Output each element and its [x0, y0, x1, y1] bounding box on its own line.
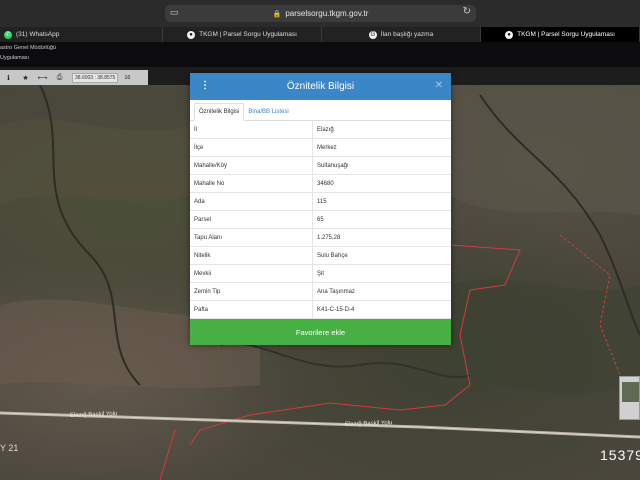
attribute-key: Mevkii [190, 264, 313, 283]
attribute-value: 115 [312, 192, 451, 211]
star-icon[interactable]: ★ [17, 74, 34, 82]
attribute-key: Parsel [190, 210, 313, 229]
zoom-level: 16 [124, 74, 131, 81]
url-text: parselsorgu.tkgm.gov.tr [285, 9, 369, 18]
google-icon: G [368, 30, 377, 39]
org-name: astro Genel Müdürlüğü [0, 45, 56, 51]
attribute-value: Sulu Bahçe [312, 246, 451, 265]
corner-label: Y 21 [0, 443, 19, 453]
map-toolbar: ℹ ★ ⟷ ⎙ 38.6003 : 38.8575 16 [0, 70, 148, 85]
attribute-info-dialog: ⋮ Öznitelik Bilgisi ✕ Öznitelik Bilgisi … [190, 73, 451, 345]
attribute-table: İl Elazığ İlçe Merkez Mahalle/Köy Sultanuşağı… [190, 121, 451, 319]
menu-dots-icon[interactable]: ⋮ [200, 80, 210, 91]
attribute-value: Şit [312, 264, 451, 283]
basemap-thumbnail[interactable] [619, 376, 640, 420]
table-row: Ada 115 [190, 192, 451, 211]
attribute-value: Elazığ [312, 121, 451, 139]
attribute-value: Sultanuşağı [312, 156, 451, 175]
coordinate-readout: 38.6003 : 38.8575 [72, 72, 119, 83]
table-row: Zemin Tip Ana Taşınmaz [190, 282, 451, 301]
app-header [0, 42, 640, 67]
attribute-value: K41-C-15-D-4 [312, 300, 451, 319]
close-icon[interactable]: ✕ [435, 80, 443, 91]
tab-tkgm-1[interactable]: ● TKGM | Parsel Sorgu Uygulaması [163, 27, 322, 42]
attribute-key: Mahalle/Köy [190, 156, 313, 175]
table-row: Nitelik Sulu Bahçe [190, 246, 451, 265]
add-favorite-button[interactable]: Favorilere ekle [190, 319, 451, 345]
measure-icon[interactable]: ⟷ [34, 74, 51, 82]
table-row: Mevkii Şit [190, 264, 451, 283]
tab-tkgm-active[interactable]: ● TKGM | Parsel Sorgu Uygulaması [481, 27, 640, 42]
address-bar[interactable]: ▭ 🔒 parselsorgu.tkgm.gov.tr ↻ [165, 5, 476, 22]
basemap-thumbnail-image [622, 382, 639, 402]
tab-strip: ✆ (31) WhatsApp ● TKGM | Parsel Sorgu Uy… [0, 27, 640, 42]
dialog-tabs: Öznitelik Bilgisi Bina/BB Listesi [190, 100, 451, 121]
reader-icon[interactable]: ▭ [170, 7, 179, 18]
attribute-key: Nitelik [190, 246, 313, 265]
tab-whatsapp[interactable]: ✆ (31) WhatsApp [0, 27, 163, 42]
attribute-key: İlçe [190, 138, 313, 157]
map-pin-icon: ● [505, 30, 514, 39]
attribute-value: 65 [312, 210, 451, 229]
attribute-value: 34680 [312, 174, 451, 193]
tab-ilan[interactable]: G İlan başlığı yazma [322, 27, 481, 42]
attribute-key: Mahalle No [190, 174, 313, 193]
dialog-header: ⋮ Öznitelik Bilgisi ✕ [190, 73, 451, 100]
attribute-key: Ada [190, 192, 313, 211]
table-row: Parsel 65 [190, 210, 451, 229]
scale-readout: 15379 [600, 447, 640, 463]
attribute-key: İl [190, 121, 313, 139]
dialog-title: Öznitelik Bilgisi [286, 81, 355, 92]
app-name: Uygulaması [0, 55, 30, 61]
reload-icon[interactable]: ↻ [463, 6, 471, 17]
attribute-value: Ana Taşınmaz [312, 282, 451, 301]
info-icon[interactable]: ℹ [0, 74, 17, 82]
attribute-key: Pafta [190, 300, 313, 319]
table-row: İlçe Merkez [190, 138, 451, 157]
table-row: Mahalle/Köy Sultanuşağı [190, 156, 451, 175]
attribute-key: Zemin Tip [190, 282, 313, 301]
lock-icon: 🔒 [272, 10, 282, 18]
whatsapp-icon: ✆ [4, 30, 12, 39]
attribute-key: Tapu Alanı [190, 228, 313, 247]
table-row: Mahalle No 34680 [190, 174, 451, 193]
tab-building-list[interactable]: Bina/BB Listesi [244, 104, 292, 120]
table-row: Tapu Alanı 1.275,28 [190, 228, 451, 247]
print-icon[interactable]: ⎙ [51, 74, 68, 82]
attribute-value: Merkez [312, 138, 451, 157]
browser-toolbar: ▭ 🔒 parselsorgu.tkgm.gov.tr ↻ [0, 0, 640, 27]
table-row: İl Elazığ [190, 121, 451, 139]
attribute-value: 1.275,28 [312, 228, 451, 247]
table-row: Pafta K41-C-15-D-4 [190, 300, 451, 319]
tab-attribute-info[interactable]: Öznitelik Bilgisi [194, 103, 245, 121]
map-pin-icon: ● [187, 30, 196, 39]
